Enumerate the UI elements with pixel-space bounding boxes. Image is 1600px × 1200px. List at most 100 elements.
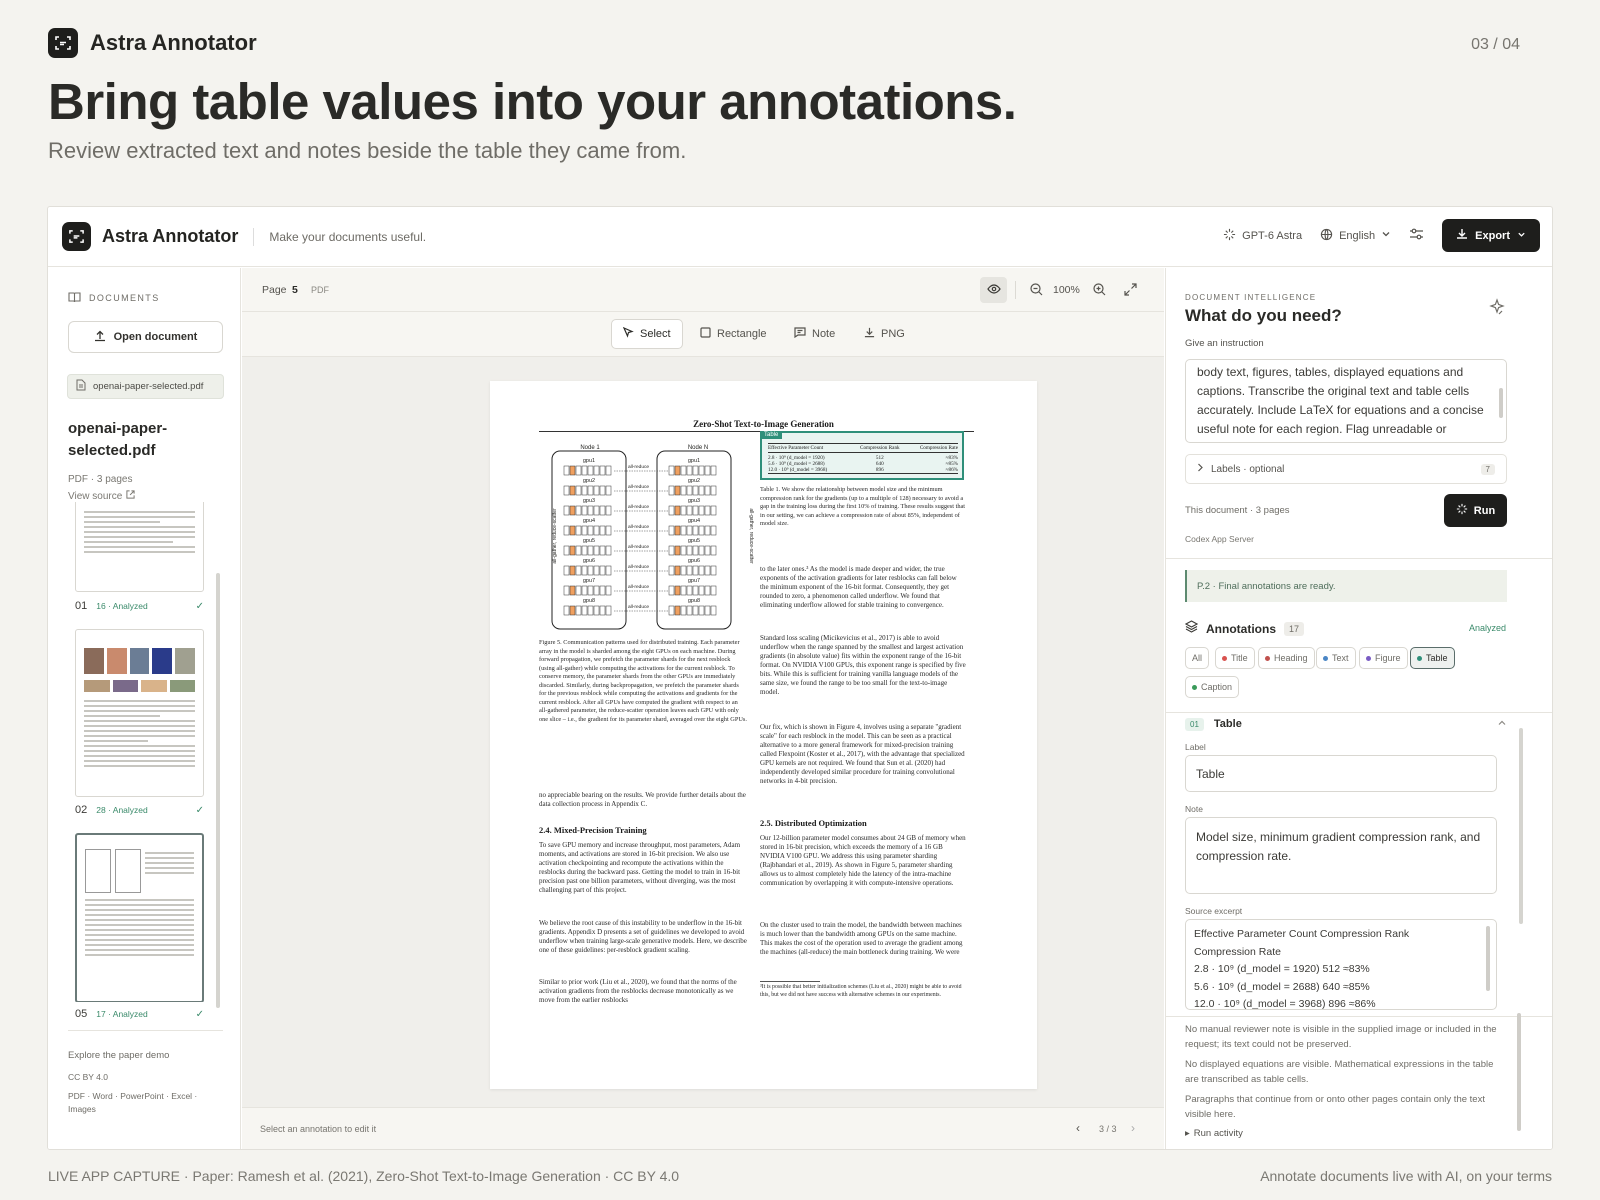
paper-paragraph[interactable]: Our 12-billion parameter model consumes … [760, 834, 966, 917]
gpu-shard-cell [599, 485, 606, 496]
annotation-item-header[interactable]: 01 Table [1185, 713, 1507, 735]
gpu-shard-cell [581, 545, 588, 556]
gpu-shard-cell [581, 505, 588, 516]
paper-paragraph[interactable]: To save GPU memory and increase throughp… [539, 841, 747, 913]
paper-paragraph[interactable]: to the later ones.³ As the model is made… [760, 565, 966, 629]
gpu-label: gpu3 [582, 498, 596, 504]
excerpt-scrollbar[interactable] [1486, 926, 1490, 991]
filter-caption[interactable]: Caption [1185, 676, 1240, 698]
table-header-row: Effective Parameter Count Compression Ra… [768, 443, 958, 453]
language-selector[interactable]: English [1320, 228, 1391, 244]
gpu-shard-cell [698, 485, 705, 496]
paper-paragraph[interactable]: Standard loss scaling (Micikevicius et a… [760, 634, 966, 717]
page-thumbnails: 01 16 · Analyzed ✓ 02 28 · Analyzed ✓ [68, 502, 224, 1002]
all-reduce-label: all-reduce [627, 585, 651, 590]
page-thumbnail-02[interactable] [75, 629, 204, 797]
instruction-textarea[interactable]: body text, figures, tables, displayed eq… [1185, 359, 1507, 443]
table-1-annotation[interactable]: Table Effective Parameter Count Compress… [760, 431, 964, 480]
labels-toggle[interactable]: Labels · optional 7 [1185, 454, 1507, 484]
paper-paragraph[interactable]: Similar to prior work (Liu et al., 2020)… [539, 978, 747, 1008]
selected-file-chip[interactable]: openai-paper-selected.pdf [67, 374, 224, 399]
gpu-shard-cell [593, 585, 600, 596]
zoom-out-icon[interactable] [1030, 283, 1043, 301]
run-button[interactable]: Run [1444, 494, 1507, 527]
settings-button[interactable] [1409, 227, 1424, 244]
thumbnail-image-grid [84, 680, 195, 692]
note-textarea[interactable]: Model size, minimum gradient compression… [1185, 817, 1497, 894]
model-selector[interactable]: GPT-6 Astra [1223, 228, 1302, 244]
panel-scrollbar[interactable] [1519, 728, 1523, 924]
check-icon: ✓ [195, 804, 204, 816]
zoom-in-icon[interactable] [1093, 283, 1106, 301]
paper-paragraph[interactable]: We believe the root cause of this instab… [539, 919, 747, 975]
download-icon [1456, 228, 1468, 243]
gpu-shard-cell [668, 545, 675, 556]
gpu-shard-cell [698, 505, 705, 516]
table-1-caption[interactable]: Table 1. We show the relationship betwee… [760, 486, 966, 542]
gpu-shard-cell [674, 565, 681, 576]
label-input[interactable]: Table [1185, 755, 1497, 792]
gpu-shard-cell [674, 505, 681, 516]
pdf-page[interactable]: Zero-Shot Text-to-Image Generation Node … [490, 381, 1037, 1089]
filter-heading[interactable]: Heading [1258, 647, 1315, 669]
gpu-shard-cell [575, 545, 582, 556]
gpu-shard-cell [680, 465, 687, 476]
note-field-label: Note [1185, 804, 1203, 814]
paper-paragraph[interactable]: no appreciable bearing on the results. W… [539, 791, 747, 809]
gpu-shard-cell [710, 545, 717, 556]
download-icon [864, 327, 875, 341]
source-excerpt[interactable]: Effective Parameter Count Compression Ra… [1185, 919, 1497, 1010]
open-document-button[interactable]: Open document [68, 321, 223, 353]
note-tool[interactable]: Note [783, 319, 846, 349]
section-heading-2-4[interactable]: 2.4. Mixed-Precision Training [539, 825, 647, 835]
gpu-shard-cell [581, 565, 588, 576]
section-heading-2-5[interactable]: 2.5. Distributed Optimization [760, 818, 867, 828]
table-row: 2.8 · 10⁹ (d_model = 1920) 512 ≈83% [768, 455, 958, 461]
gpu-shard-cell [686, 485, 693, 496]
prev-page-icon[interactable]: ‹ [1076, 1121, 1080, 1135]
fullscreen-icon[interactable] [1124, 283, 1137, 301]
gpu-shard-cell [587, 505, 594, 516]
export-button[interactable]: Export [1442, 219, 1540, 252]
slide-indicator: 03 / 04 [1471, 36, 1520, 53]
page-thumbnail-05[interactable] [75, 833, 204, 1002]
gpu-shard-cell [599, 525, 606, 536]
notice-text: No displayed equations are visible. Math… [1185, 1059, 1494, 1085]
paper-paragraph[interactable]: Our fix, which is shown in Figure 4, inv… [760, 723, 966, 806]
figure-5-caption[interactable]: Figure 5. Communication patterns used fo… [539, 639, 747, 765]
page-number: 5 [292, 284, 298, 296]
gpu-shard-cell [710, 565, 717, 576]
gpu-shard-cell [605, 505, 612, 516]
panel-title: What do you need? [1185, 306, 1342, 325]
gpu-shard-cell [692, 545, 699, 556]
filter-figure[interactable]: Figure [1359, 647, 1408, 669]
notices-scrollbar[interactable] [1517, 1013, 1521, 1131]
explore-demo-link[interactable]: Explore the paper demo [68, 1050, 169, 1061]
magic-sparkle-icon[interactable] [1488, 298, 1506, 321]
sidebar-scrollbar[interactable] [216, 573, 220, 1008]
view-source-link[interactable]: View source [68, 490, 135, 502]
left-side-label: all-gather, reduce-scatter [552, 508, 558, 564]
filter-title[interactable]: Title [1215, 647, 1255, 669]
visibility-toggle[interactable] [980, 277, 1007, 303]
gpu-shard-cell [563, 585, 570, 596]
gpu-shard-cell [668, 605, 675, 616]
next-page-icon[interactable]: › [1131, 1121, 1135, 1135]
filter-all[interactable]: All [1185, 647, 1210, 669]
select-tool[interactable]: Select [611, 319, 683, 349]
gpu-label: gpu5 [687, 538, 701, 544]
textarea-scrollbar[interactable] [1499, 388, 1503, 418]
filter-text[interactable]: Text [1316, 647, 1356, 669]
gpu-shard-cell [581, 605, 588, 616]
caret-right-icon: ▸ [1185, 1128, 1190, 1139]
gpu-shard-cell [593, 565, 600, 576]
png-export-tool[interactable]: PNG [853, 319, 916, 349]
filter-table[interactable]: Table [1410, 647, 1455, 669]
run-activity-toggle[interactable]: ▸ Run activity [1185, 1128, 1243, 1139]
thumbnail-caption-05: 05 17 · Analyzed ✓ [75, 1008, 204, 1020]
figure-5-diagram: Node 1 Node N all-gather, reduce-scatter… [549, 443, 758, 631]
gpu-shard-cell [674, 605, 681, 616]
paper-paragraph[interactable]: On the cluster used to train the model, … [760, 921, 966, 977]
rectangle-tool[interactable]: Rectangle [689, 319, 778, 349]
page-thumbnail-01[interactable] [75, 502, 204, 592]
